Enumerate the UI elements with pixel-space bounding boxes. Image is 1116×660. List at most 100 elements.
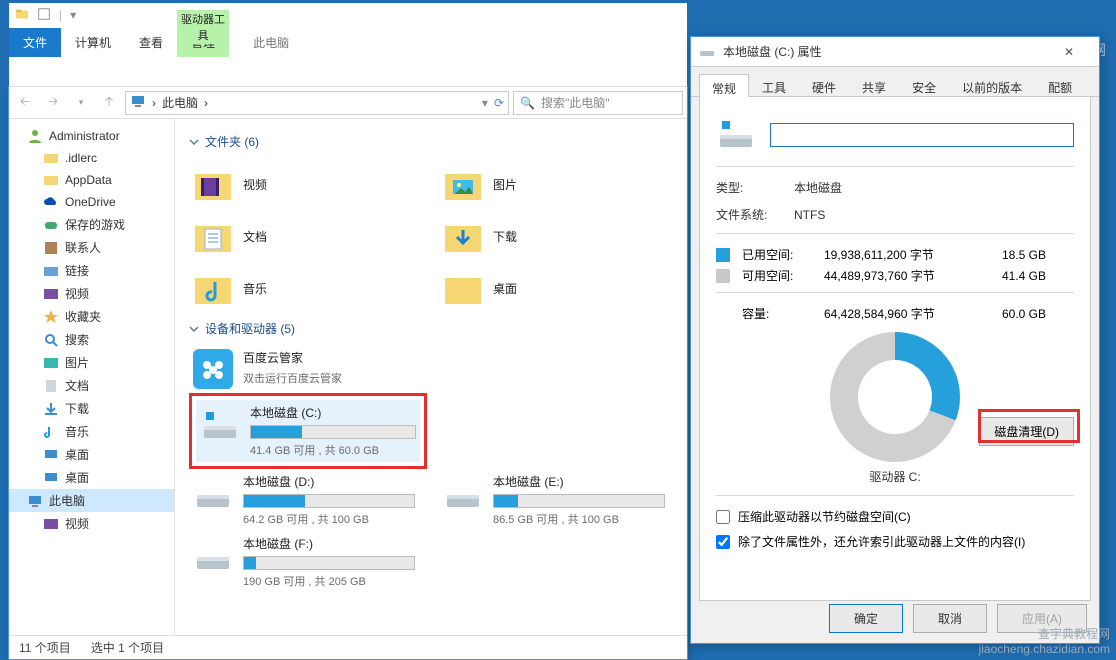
usage-bar [250, 425, 416, 439]
drive-d[interactable]: 本地磁盘 (D:)64.2 GB 可用 , 共 100 GB [189, 469, 419, 531]
tree-administrator[interactable]: Administrator [9, 125, 174, 147]
tab-security[interactable]: 安全 [899, 73, 949, 96]
recent-dropdown[interactable]: ▾ [69, 91, 93, 115]
breadcrumb-thispc[interactable]: 此电脑 [162, 94, 198, 111]
search-box[interactable]: 🔍 搜索"此电脑" [513, 91, 683, 115]
pc-icon [130, 93, 146, 112]
address-bar[interactable]: › 此电脑 › ▾ ⟳ [125, 91, 509, 115]
dropdown-icon[interactable]: ▾ [482, 96, 488, 110]
chevron-down-icon [189, 137, 199, 147]
tab-computer[interactable]: 计算机 [61, 28, 125, 57]
tree-videos2[interactable]: 视频 [9, 512, 174, 535]
compress-checkbox[interactable]: 压缩此驱动器以节约磁盘空间(C) [716, 508, 1074, 525]
qat-divider: | [59, 8, 62, 22]
videos-icon [193, 164, 233, 204]
checkbox-input[interactable] [716, 535, 730, 549]
drive-icon [193, 535, 233, 575]
tree-favorites[interactable]: 收藏夹 [9, 305, 174, 328]
folder-downloads[interactable]: 下载 [439, 210, 669, 262]
video-icon [43, 516, 59, 532]
folder-pictures[interactable]: 图片 [439, 158, 669, 210]
tree-pictures[interactable]: 图片 [9, 351, 174, 374]
close-button[interactable]: ✕ [1047, 38, 1091, 66]
desktop-icon [43, 447, 59, 463]
music-icon [43, 424, 59, 440]
quick-access-toolbar: | ▾ [9, 3, 687, 27]
contextual-label: 驱动器工具 [177, 10, 229, 44]
desktop-icon [43, 470, 59, 486]
tab-tools[interactable]: 工具 [749, 73, 799, 96]
ok-button[interactable]: 确定 [829, 604, 903, 633]
drive-f[interactable]: 本地磁盘 (F:)190 GB 可用 , 共 205 GB [189, 531, 419, 593]
tree-savedgames[interactable]: 保存的游戏 [9, 213, 174, 236]
star-icon [43, 309, 59, 325]
tree-desktop[interactable]: 桌面 [9, 443, 174, 466]
tab-manage[interactable]: 驱动器工具 管理 [177, 28, 229, 57]
folder-documents[interactable]: 文档 [189, 210, 419, 262]
drive-e[interactable]: 本地磁盘 (E:)86.5 GB 可用 , 共 100 GB [439, 469, 669, 531]
usage-bar [493, 494, 665, 508]
pictures-icon [43, 355, 59, 371]
device-items: 百度云管家双击运行百度云管家 本地磁盘 (C:) 41.4 GB 可用 , 共 … [189, 345, 673, 593]
drive-name: 本地磁盘 (E:) [493, 473, 665, 490]
tab-quota[interactable]: 配额 [1035, 73, 1085, 96]
refresh-icon[interactable]: ⟳ [494, 96, 504, 110]
tab-file[interactable]: 文件 [9, 28, 61, 57]
dialog-buttons: 确定 取消 应用(A) [829, 604, 1087, 633]
drive-large-icon [716, 113, 756, 156]
tree-contacts[interactable]: 联系人 [9, 236, 174, 259]
documents-icon [43, 378, 59, 394]
folder-items: 视频 图片 文档 下载 音乐 桌面 [189, 158, 673, 314]
tree-music[interactable]: 音乐 [9, 420, 174, 443]
tab-sharing[interactable]: 共享 [849, 73, 899, 96]
folder-videos[interactable]: 视频 [189, 158, 419, 210]
dialog-title: 本地磁盘 (C:) 属性 [723, 43, 1039, 60]
checkbox-input[interactable] [716, 510, 730, 524]
user-icon [27, 128, 43, 144]
volume-label-input[interactable] [770, 123, 1074, 147]
apply-button[interactable]: 应用(A) [997, 604, 1087, 633]
tab-prev[interactable]: 以前的版本 [949, 73, 1035, 96]
ribbon: | ▾ 文件 计算机 查看 驱动器工具 管理 此电脑 [9, 3, 687, 87]
tree-idlerc[interactable]: .idlerc [9, 147, 174, 169]
tree-appdata[interactable]: AppData [9, 169, 174, 191]
tree-links[interactable]: 链接 [9, 259, 174, 282]
tab-general[interactable]: 常规 [699, 74, 749, 97]
folder-music[interactable]: 音乐 [189, 262, 419, 314]
up-button[interactable]: 🡡 [97, 91, 121, 115]
properties-icon[interactable] [37, 7, 51, 24]
tab-view[interactable]: 查看 [125, 28, 177, 57]
drive-sub: 双击运行百度云管家 [243, 370, 415, 386]
drive-icon [193, 473, 233, 513]
group-devices[interactable]: 设备和驱动器 (5) [189, 320, 673, 337]
tree-onedrive[interactable]: OneDrive [9, 191, 174, 213]
links-icon [43, 263, 59, 279]
drive-icon [699, 42, 715, 61]
tree-desktop2[interactable]: 桌面 [9, 466, 174, 489]
drive-sub: 190 GB 可用 , 共 205 GB [243, 573, 415, 589]
tree-downloads[interactable]: 下载 [9, 397, 174, 420]
breadcrumb-sep: › [152, 96, 156, 110]
group-folders[interactable]: 文件夹 (6) [189, 133, 673, 150]
downloads-icon [43, 401, 59, 417]
drive-baidu[interactable]: 百度云管家双击运行百度云管家 [189, 345, 419, 393]
free-swatch [716, 269, 730, 283]
drive-c[interactable]: 本地磁盘 (C:) 41.4 GB 可用 , 共 60.0 GB [196, 400, 420, 462]
tree-searches[interactable]: 搜索 [9, 328, 174, 351]
disk-cleanup-button[interactable]: 磁盘清理(D) [979, 417, 1074, 446]
tree-documents[interactable]: 文档 [9, 374, 174, 397]
search-placeholder: 搜索"此电脑" [541, 94, 610, 111]
property-body: 类型:本地磁盘 文件系统:NTFS 已用空间:19,938,611,200 字节… [699, 97, 1091, 601]
back-button[interactable]: 🡠 [13, 91, 37, 115]
tree-videos[interactable]: 视频 [9, 282, 174, 305]
tree-thispc[interactable]: 此电脑 [9, 489, 174, 512]
nav-bar: 🡠 🡢 ▾ 🡡 › 此电脑 › ▾ ⟳ 🔍 搜索"此电脑" [9, 87, 687, 119]
forward-button[interactable]: 🡢 [41, 91, 65, 115]
index-checkbox[interactable]: 除了文件属性外，还允许索引此驱动器上文件的内容(I) [716, 533, 1074, 550]
dropdown-icon[interactable]: ▾ [70, 8, 76, 22]
cancel-button[interactable]: 取消 [913, 604, 987, 633]
divider [716, 233, 1074, 234]
folder-desktop[interactable]: 桌面 [439, 262, 669, 314]
ribbon-title: 此电脑 [239, 28, 303, 57]
tab-hardware[interactable]: 硬件 [799, 73, 849, 96]
